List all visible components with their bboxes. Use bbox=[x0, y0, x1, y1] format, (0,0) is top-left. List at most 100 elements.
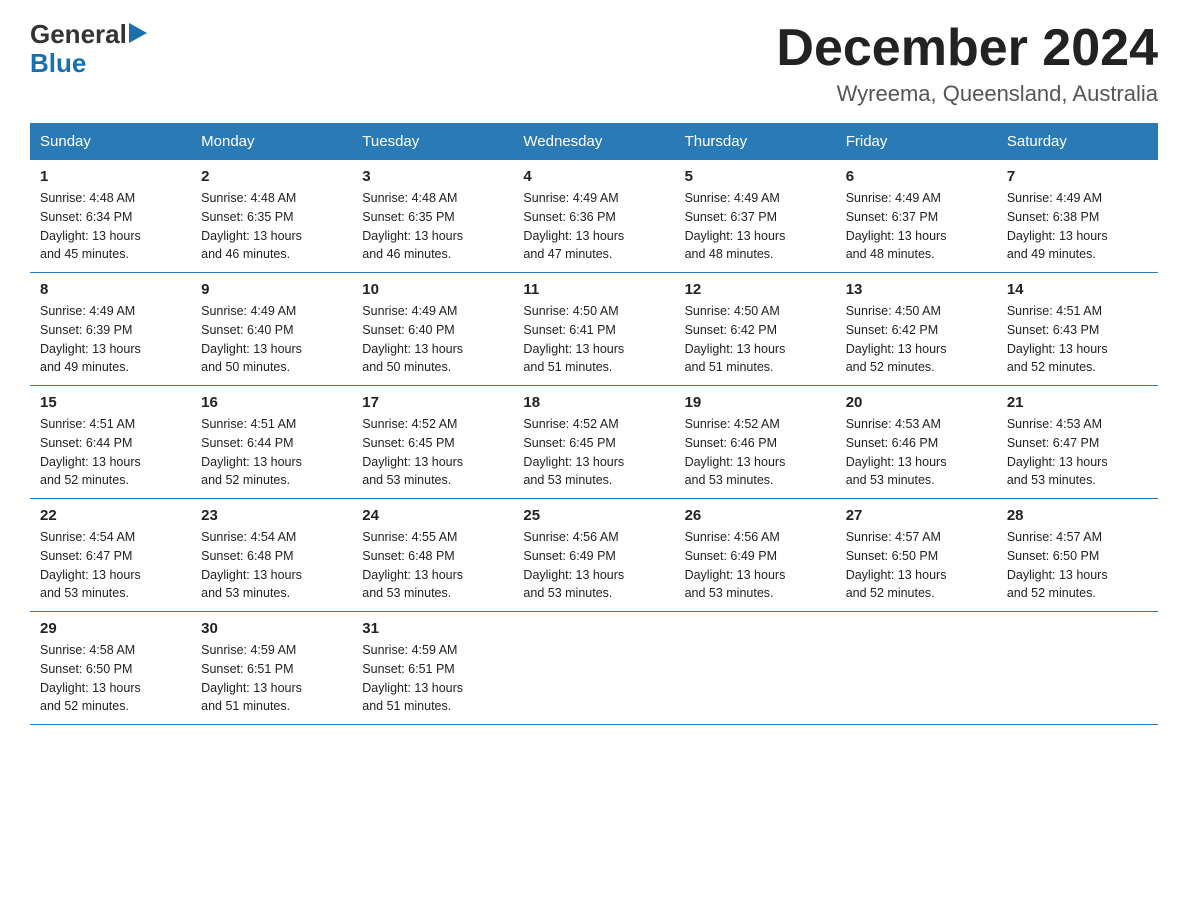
day-info: Sunrise: 4:59 AM Sunset: 6:51 PM Dayligh… bbox=[201, 641, 342, 716]
calendar-cell: 6 Sunrise: 4:49 AM Sunset: 6:37 PM Dayli… bbox=[836, 160, 997, 273]
calendar-cell: 30 Sunrise: 4:59 AM Sunset: 6:51 PM Dayl… bbox=[191, 612, 352, 725]
calendar-cell: 27 Sunrise: 4:57 AM Sunset: 6:50 PM Dayl… bbox=[836, 499, 997, 612]
day-info: Sunrise: 4:49 AM Sunset: 6:40 PM Dayligh… bbox=[201, 302, 342, 377]
day-number: 21 bbox=[1007, 394, 1148, 411]
calendar-cell: 17 Sunrise: 4:52 AM Sunset: 6:45 PM Dayl… bbox=[352, 386, 513, 499]
calendar-cell: 15 Sunrise: 4:51 AM Sunset: 6:44 PM Dayl… bbox=[30, 386, 191, 499]
day-number: 2 bbox=[201, 168, 342, 185]
day-number: 28 bbox=[1007, 507, 1148, 524]
location-subtitle: Wyreema, Queensland, Australia bbox=[776, 81, 1158, 107]
calendar-week-row: 22 Sunrise: 4:54 AM Sunset: 6:47 PM Dayl… bbox=[30, 499, 1158, 612]
day-info: Sunrise: 4:53 AM Sunset: 6:46 PM Dayligh… bbox=[846, 415, 987, 490]
calendar-header-friday: Friday bbox=[836, 123, 997, 160]
logo: General Blue bbox=[30, 20, 147, 77]
logo-general-text: General bbox=[30, 20, 127, 49]
calendar-cell bbox=[997, 612, 1158, 725]
day-number: 31 bbox=[362, 620, 503, 637]
calendar-cell: 18 Sunrise: 4:52 AM Sunset: 6:45 PM Dayl… bbox=[513, 386, 674, 499]
day-number: 19 bbox=[685, 394, 826, 411]
calendar-cell: 1 Sunrise: 4:48 AM Sunset: 6:34 PM Dayli… bbox=[30, 160, 191, 273]
day-number: 15 bbox=[40, 394, 181, 411]
calendar-cell: 25 Sunrise: 4:56 AM Sunset: 6:49 PM Dayl… bbox=[513, 499, 674, 612]
calendar-cell: 12 Sunrise: 4:50 AM Sunset: 6:42 PM Dayl… bbox=[675, 273, 836, 386]
day-number: 7 bbox=[1007, 168, 1148, 185]
logo-blue-text: Blue bbox=[30, 48, 86, 78]
calendar-cell: 26 Sunrise: 4:56 AM Sunset: 6:49 PM Dayl… bbox=[675, 499, 836, 612]
calendar-cell: 4 Sunrise: 4:49 AM Sunset: 6:36 PM Dayli… bbox=[513, 160, 674, 273]
day-info: Sunrise: 4:56 AM Sunset: 6:49 PM Dayligh… bbox=[523, 528, 664, 603]
day-number: 26 bbox=[685, 507, 826, 524]
calendar-header-wednesday: Wednesday bbox=[513, 123, 674, 160]
calendar-cell: 2 Sunrise: 4:48 AM Sunset: 6:35 PM Dayli… bbox=[191, 160, 352, 273]
day-number: 4 bbox=[523, 168, 664, 185]
calendar-cell: 11 Sunrise: 4:50 AM Sunset: 6:41 PM Dayl… bbox=[513, 273, 674, 386]
day-number: 16 bbox=[201, 394, 342, 411]
day-number: 18 bbox=[523, 394, 664, 411]
calendar-cell: 31 Sunrise: 4:59 AM Sunset: 6:51 PM Dayl… bbox=[352, 612, 513, 725]
day-info: Sunrise: 4:48 AM Sunset: 6:35 PM Dayligh… bbox=[201, 189, 342, 264]
calendar-header-thursday: Thursday bbox=[675, 123, 836, 160]
day-number: 5 bbox=[685, 168, 826, 185]
calendar-cell: 20 Sunrise: 4:53 AM Sunset: 6:46 PM Dayl… bbox=[836, 386, 997, 499]
day-number: 24 bbox=[362, 507, 503, 524]
calendar-cell bbox=[675, 612, 836, 725]
day-number: 25 bbox=[523, 507, 664, 524]
day-number: 14 bbox=[1007, 281, 1148, 298]
day-number: 30 bbox=[201, 620, 342, 637]
day-info: Sunrise: 4:50 AM Sunset: 6:42 PM Dayligh… bbox=[685, 302, 826, 377]
day-info: Sunrise: 4:51 AM Sunset: 6:44 PM Dayligh… bbox=[201, 415, 342, 490]
calendar-cell bbox=[513, 612, 674, 725]
calendar-cell: 23 Sunrise: 4:54 AM Sunset: 6:48 PM Dayl… bbox=[191, 499, 352, 612]
calendar-cell: 9 Sunrise: 4:49 AM Sunset: 6:40 PM Dayli… bbox=[191, 273, 352, 386]
calendar-week-row: 15 Sunrise: 4:51 AM Sunset: 6:44 PM Dayl… bbox=[30, 386, 1158, 499]
day-info: Sunrise: 4:49 AM Sunset: 6:40 PM Dayligh… bbox=[362, 302, 503, 377]
calendar-week-row: 8 Sunrise: 4:49 AM Sunset: 6:39 PM Dayli… bbox=[30, 273, 1158, 386]
day-info: Sunrise: 4:50 AM Sunset: 6:41 PM Dayligh… bbox=[523, 302, 664, 377]
calendar-cell: 19 Sunrise: 4:52 AM Sunset: 6:46 PM Dayl… bbox=[675, 386, 836, 499]
day-number: 6 bbox=[846, 168, 987, 185]
calendar-cell: 13 Sunrise: 4:50 AM Sunset: 6:42 PM Dayl… bbox=[836, 273, 997, 386]
day-info: Sunrise: 4:56 AM Sunset: 6:49 PM Dayligh… bbox=[685, 528, 826, 603]
calendar-body: 1 Sunrise: 4:48 AM Sunset: 6:34 PM Dayli… bbox=[30, 160, 1158, 725]
day-number: 8 bbox=[40, 281, 181, 298]
calendar-cell: 14 Sunrise: 4:51 AM Sunset: 6:43 PM Dayl… bbox=[997, 273, 1158, 386]
day-number: 13 bbox=[846, 281, 987, 298]
calendar-header-monday: Monday bbox=[191, 123, 352, 160]
calendar-cell: 24 Sunrise: 4:55 AM Sunset: 6:48 PM Dayl… bbox=[352, 499, 513, 612]
day-info: Sunrise: 4:49 AM Sunset: 6:38 PM Dayligh… bbox=[1007, 189, 1148, 264]
title-area: December 2024 Wyreema, Queensland, Austr… bbox=[776, 20, 1158, 107]
calendar-cell: 8 Sunrise: 4:49 AM Sunset: 6:39 PM Dayli… bbox=[30, 273, 191, 386]
calendar-cell: 21 Sunrise: 4:53 AM Sunset: 6:47 PM Dayl… bbox=[997, 386, 1158, 499]
calendar-header-saturday: Saturday bbox=[997, 123, 1158, 160]
day-info: Sunrise: 4:55 AM Sunset: 6:48 PM Dayligh… bbox=[362, 528, 503, 603]
day-info: Sunrise: 4:53 AM Sunset: 6:47 PM Dayligh… bbox=[1007, 415, 1148, 490]
calendar-cell: 7 Sunrise: 4:49 AM Sunset: 6:38 PM Dayli… bbox=[997, 160, 1158, 273]
calendar-cell: 16 Sunrise: 4:51 AM Sunset: 6:44 PM Dayl… bbox=[191, 386, 352, 499]
day-number: 1 bbox=[40, 168, 181, 185]
calendar-cell: 22 Sunrise: 4:54 AM Sunset: 6:47 PM Dayl… bbox=[30, 499, 191, 612]
day-info: Sunrise: 4:54 AM Sunset: 6:47 PM Dayligh… bbox=[40, 528, 181, 603]
day-info: Sunrise: 4:54 AM Sunset: 6:48 PM Dayligh… bbox=[201, 528, 342, 603]
day-info: Sunrise: 4:57 AM Sunset: 6:50 PM Dayligh… bbox=[846, 528, 987, 603]
calendar-header-sunday: Sunday bbox=[30, 123, 191, 160]
day-info: Sunrise: 4:48 AM Sunset: 6:35 PM Dayligh… bbox=[362, 189, 503, 264]
calendar-cell: 28 Sunrise: 4:57 AM Sunset: 6:50 PM Dayl… bbox=[997, 499, 1158, 612]
day-number: 23 bbox=[201, 507, 342, 524]
day-number: 10 bbox=[362, 281, 503, 298]
day-number: 22 bbox=[40, 507, 181, 524]
logo-arrow-icon bbox=[129, 23, 147, 43]
day-info: Sunrise: 4:52 AM Sunset: 6:46 PM Dayligh… bbox=[685, 415, 826, 490]
day-number: 20 bbox=[846, 394, 987, 411]
day-info: Sunrise: 4:57 AM Sunset: 6:50 PM Dayligh… bbox=[1007, 528, 1148, 603]
day-number: 9 bbox=[201, 281, 342, 298]
day-number: 29 bbox=[40, 620, 181, 637]
day-info: Sunrise: 4:49 AM Sunset: 6:37 PM Dayligh… bbox=[685, 189, 826, 264]
day-info: Sunrise: 4:59 AM Sunset: 6:51 PM Dayligh… bbox=[362, 641, 503, 716]
day-info: Sunrise: 4:51 AM Sunset: 6:43 PM Dayligh… bbox=[1007, 302, 1148, 377]
day-info: Sunrise: 4:50 AM Sunset: 6:42 PM Dayligh… bbox=[846, 302, 987, 377]
day-info: Sunrise: 4:49 AM Sunset: 6:37 PM Dayligh… bbox=[846, 189, 987, 264]
day-number: 27 bbox=[846, 507, 987, 524]
day-info: Sunrise: 4:48 AM Sunset: 6:34 PM Dayligh… bbox=[40, 189, 181, 264]
day-number: 17 bbox=[362, 394, 503, 411]
day-info: Sunrise: 4:58 AM Sunset: 6:50 PM Dayligh… bbox=[40, 641, 181, 716]
